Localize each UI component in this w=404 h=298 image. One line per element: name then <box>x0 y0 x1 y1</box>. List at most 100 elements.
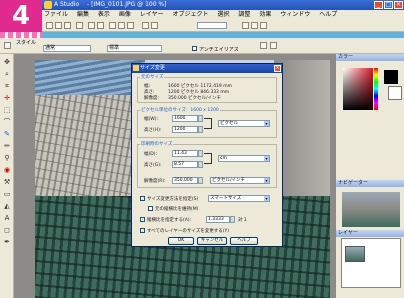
mode-select[interactable]: 通常 <box>43 45 91 52</box>
pixel-height-spinner[interactable] <box>198 126 203 133</box>
resample-dropdown-icon: ▾ <box>264 196 269 201</box>
menu-help[interactable]: ヘルプ <box>319 10 337 20</box>
layer-thumbnail[interactable] <box>345 246 365 262</box>
dropper-tool-icon[interactable]: ✎ <box>3 130 11 138</box>
dialog-close-button[interactable]: × <box>274 65 281 72</box>
menu-object[interactable]: オブジェクト <box>173 10 209 20</box>
close-window-button[interactable]: × <box>394 1 403 9</box>
aspect-ratio-spinner[interactable] <box>230 216 235 223</box>
resample-checkbox[interactable]: ✓ <box>140 196 145 201</box>
paint-brush-icon[interactable]: ✏ <box>3 142 11 150</box>
print-height-label: 高さ(G): <box>144 163 162 168</box>
print-width-spinner[interactable] <box>198 150 203 157</box>
menu-effects[interactable]: 効果 <box>259 10 271 20</box>
color-panel-header[interactable]: カラー <box>336 54 404 61</box>
menu-select[interactable]: 選択 <box>217 10 229 20</box>
navigator-thumbnail[interactable] <box>342 192 400 227</box>
save-icon[interactable] <box>64 22 71 29</box>
zoom-in-icon[interactable] <box>242 22 249 29</box>
print-width-label: 幅(D): <box>144 152 157 157</box>
resample-label: サイズ変更方法を指定(S) <box>147 197 199 202</box>
pixel-unit-select[interactable]: ピクセル ▾ <box>218 120 270 127</box>
resolution-input[interactable]: 350.000 <box>172 177 198 184</box>
resolution-spinner[interactable] <box>198 177 203 184</box>
ok-button[interactable]: OK <box>168 237 194 245</box>
dialog-title: サイズ変更 <box>140 65 165 71</box>
background-color-swatch[interactable] <box>388 86 402 100</box>
hue-slider[interactable] <box>374 68 378 110</box>
orig-resolution-label: 解像度: <box>144 96 160 101</box>
pixel-height-input[interactable]: 1200 <box>172 126 198 133</box>
cut-icon[interactable] <box>109 22 116 29</box>
zoom-combo[interactable] <box>197 22 227 29</box>
tool-options-bar: スタイル 通常 標準 アンチエイリアス <box>0 38 404 54</box>
antialias-checkbox[interactable] <box>192 46 197 51</box>
option-icon-2[interactable] <box>270 42 277 49</box>
selection-tool-icon[interactable]: ⬚ <box>3 106 11 114</box>
text-tool-icon[interactable]: A <box>3 214 11 222</box>
menu-view[interactable]: 表示 <box>98 10 110 20</box>
menu-adjust[interactable]: 調整 <box>238 10 250 20</box>
new-icon[interactable] <box>46 22 53 29</box>
minimize-button[interactable]: _ <box>374 1 383 9</box>
mode-label: スタイル <box>16 40 37 46</box>
fill-tool-icon[interactable]: ◭ <box>3 202 11 210</box>
option-icon-1[interactable] <box>260 42 267 49</box>
menu-window[interactable]: ウィンドウ <box>280 10 310 20</box>
navigator-panel-header[interactable]: ナビゲーター <box>336 180 404 187</box>
zoom-tool-icon[interactable]: ⌕ <box>3 70 11 78</box>
resize-dialog: サイズ変更 × 元のサイズ 幅: 1600 ピクセル 1172.419 mm 高… <box>131 63 283 247</box>
move-tool-icon[interactable]: ✛ <box>3 94 11 102</box>
clone-brush-icon[interactable]: ⚲ <box>3 154 11 162</box>
pen-tool-icon[interactable]: ✒ <box>3 238 11 246</box>
resize-all-layers-label: すべてのレイヤーのサイズを変更する(Y) <box>147 229 229 234</box>
resolution-unit-select[interactable]: ピクセル/インチ ▾ <box>210 177 270 184</box>
shape-tool-icon[interactable]: ◻ <box>3 226 11 234</box>
crop-icon[interactable] <box>142 22 149 29</box>
red-eye-tool-icon[interactable]: ◉ <box>3 166 11 174</box>
step-number-badge: 4 <box>0 0 42 32</box>
actual-size-icon[interactable] <box>260 22 267 29</box>
print-unit-dropdown-icon: ▾ <box>264 156 269 161</box>
print-height-spinner[interactable] <box>198 161 203 168</box>
maintain-aspect-checkbox[interactable] <box>148 206 153 211</box>
color-picker-square[interactable] <box>343 68 373 110</box>
app-icon <box>44 1 52 9</box>
menu-image[interactable]: 画像 <box>119 10 131 20</box>
foreground-color-swatch[interactable] <box>384 70 398 84</box>
print-height-input[interactable]: 8.57 <box>172 161 198 168</box>
pixel-width-spinner[interactable] <box>198 115 203 122</box>
menu-edit[interactable]: 編集 <box>77 10 89 20</box>
zoom-out-icon[interactable] <box>251 22 258 29</box>
undo-icon[interactable] <box>88 22 95 29</box>
eraser-tool-icon[interactable]: ▭ <box>3 190 11 198</box>
print-unit-value: cm <box>220 156 227 161</box>
pan-tool-icon[interactable]: ✥ <box>3 58 11 66</box>
resize-all-layers-checkbox[interactable]: ✓ <box>140 228 145 233</box>
layers-panel-header[interactable]: レイヤー <box>336 230 404 237</box>
print-unit-select[interactable]: cm ▾ <box>218 155 270 162</box>
resample-method-select[interactable]: スマートサイズ ▾ <box>208 195 270 202</box>
retouch-tool-icon[interactable]: ⚒ <box>3 178 11 186</box>
style-select[interactable]: 標準 <box>107 45 162 52</box>
dialog-title-bar[interactable]: サイズ変更 × <box>132 64 282 73</box>
print-width-input[interactable]: 11.43 <box>172 150 198 157</box>
open-icon[interactable] <box>55 22 62 29</box>
paste-icon[interactable] <box>127 22 134 29</box>
menu-file[interactable]: ファイル <box>44 10 68 20</box>
menu-layer[interactable]: レイヤー <box>140 10 164 20</box>
resolution-label: 解像度(R): <box>144 179 166 184</box>
resize-icon[interactable] <box>151 22 158 29</box>
redo-icon[interactable] <box>97 22 104 29</box>
help-button[interactable]: ヘルプ <box>230 237 258 245</box>
copy-icon[interactable] <box>118 22 125 29</box>
pixel-width-input[interactable]: 1600 <box>172 115 198 122</box>
tool-preset-icon[interactable] <box>4 42 11 49</box>
maximize-button[interactable]: □ <box>384 1 393 9</box>
cancel-button[interactable]: キャンセル <box>197 237 227 245</box>
freehand-select-icon[interactable]: ⌒ <box>3 118 11 126</box>
print-icon[interactable] <box>76 22 83 29</box>
lock-ratio-checkbox[interactable]: ✓ <box>140 217 145 222</box>
crop-tool-icon[interactable]: ⌗ <box>3 82 11 90</box>
aspect-ratio-input[interactable]: 1.3333 <box>206 216 230 223</box>
